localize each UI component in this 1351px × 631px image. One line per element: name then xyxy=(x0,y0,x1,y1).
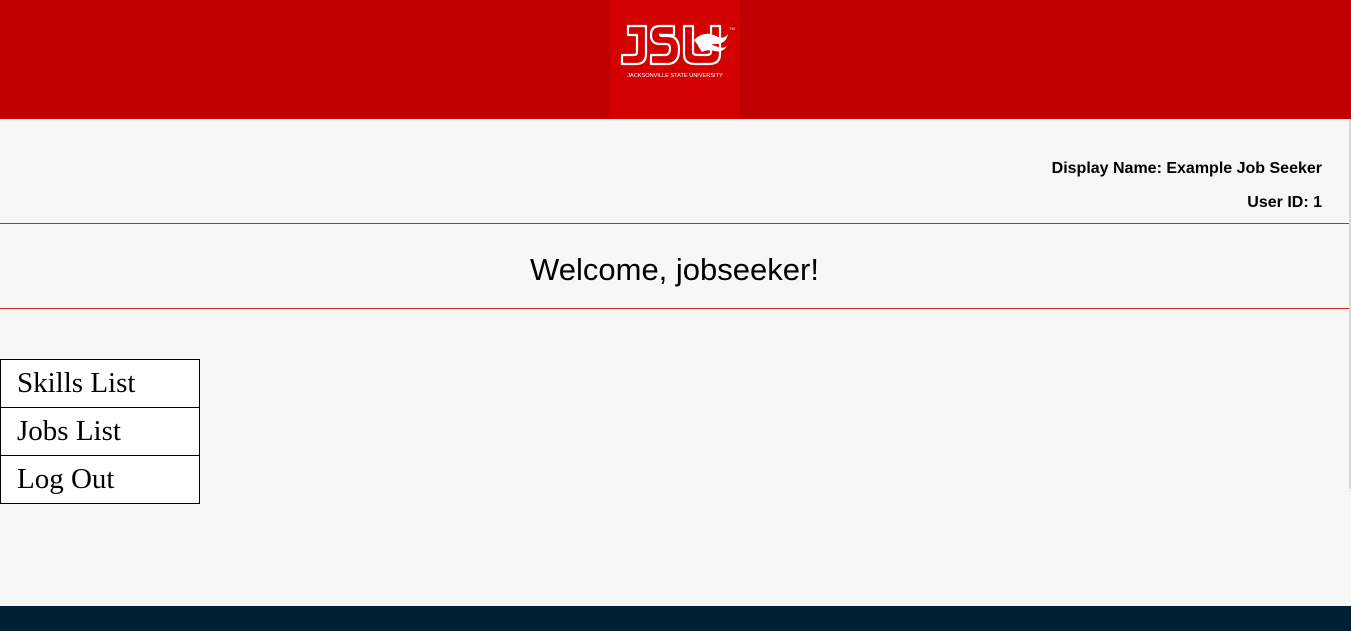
skills-list-link[interactable]: Skills List xyxy=(0,359,200,408)
display-name-label: Display Name: Example Job Seeker xyxy=(1051,160,1322,177)
divider-bottom xyxy=(0,308,1349,309)
user-info: Display Name: Example Job Seeker User ID… xyxy=(1052,152,1322,220)
site-header: TM JACKSONVILLE STATE UNIVERSITY xyxy=(0,0,1351,119)
log-out-link[interactable]: Log Out xyxy=(0,455,200,504)
user-id-label: User ID: 1 xyxy=(1247,194,1322,211)
site-footer xyxy=(0,606,1351,631)
divider-top xyxy=(0,223,1349,224)
jobs-list-link[interactable]: Jobs List xyxy=(0,407,200,456)
jsu-logo[interactable]: TM JACKSONVILLE STATE UNIVERSITY xyxy=(610,0,740,119)
welcome-heading: Welcome, jobseeker! xyxy=(530,252,819,287)
side-nav: Skills List Jobs List Log Out xyxy=(0,359,200,504)
logo-subtext: JACKSONVILLE STATE UNIVERSITY xyxy=(627,73,723,79)
jsu-logo-mark: TM JACKSONVILLE STATE UNIVERSITY xyxy=(620,24,735,79)
svg-text:TM: TM xyxy=(729,26,735,31)
